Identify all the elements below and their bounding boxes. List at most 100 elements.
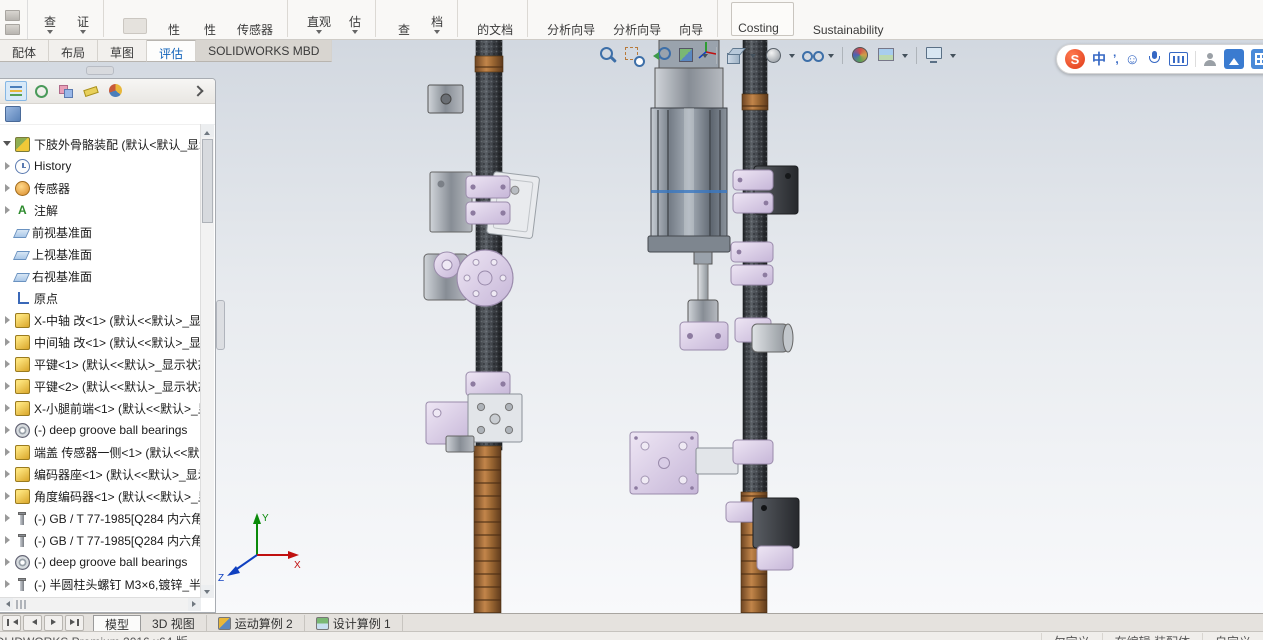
tree-item[interactable]: 中间轴 改<1> (默认<<默认>_显示 (0, 331, 201, 353)
scrollbar-thumb[interactable] (202, 139, 213, 223)
left-upper-block[interactable] (427, 84, 464, 114)
panel-tab-icon[interactable] (55, 81, 77, 101)
last-tab-icon[interactable] (65, 614, 84, 631)
right-lower-box[interactable] (725, 497, 800, 571)
tree-item[interactable]: (-) GB / T 77-1985[Q284 内六角 (0, 529, 201, 551)
ime-icon[interactable] (1251, 49, 1263, 69)
tree-item[interactable]: 角度编码器<1> (默认<<默认>_显 (0, 485, 201, 507)
expand-arrow-icon[interactable] (3, 181, 14, 195)
tree-vertical-scrollbar[interactable] (200, 124, 214, 598)
ime-icon[interactable] (1224, 49, 1244, 69)
expand-arrow-icon[interactable] (3, 555, 14, 569)
tree-item[interactable]: 传感器 (0, 177, 201, 199)
tree-item[interactable]: 平键<2> (默认<<默认>_显示状态 (0, 375, 201, 397)
headsup-icon[interactable] (701, 45, 710, 66)
headsup-icon[interactable] (788, 45, 797, 66)
headsup-icon[interactable] (597, 45, 619, 66)
headsup-icon[interactable] (723, 45, 745, 66)
scroll-left-icon[interactable] (0, 598, 13, 611)
next-tab-icon[interactable] (44, 614, 63, 631)
tree-item[interactable]: 端盖 传感器一侧<1> (默认<<默认 (0, 441, 201, 463)
right-upper-clamp[interactable] (732, 165, 799, 215)
panel-splitter-handle[interactable] (216, 300, 225, 350)
tree-item[interactable]: X-小腿前端<1> (默认<<默认>_显 (0, 397, 201, 419)
tree-item[interactable]: X-中轴 改<1> (默认<<默认>_显示 (0, 309, 201, 331)
ribbon-button[interactable]: 直观 (301, 0, 337, 37)
headsup-icon[interactable] (949, 45, 958, 66)
headsup-icon[interactable] (923, 45, 945, 66)
headsup-icon[interactable] (842, 47, 843, 64)
tree-item[interactable]: 下肢外骨骼装配 (默认<默认_显示状态 (0, 133, 201, 155)
ribbon-button[interactable]: 的文档 (471, 0, 529, 37)
tree-item[interactable]: 原点 (0, 287, 201, 309)
panel-tab-icon[interactable] (80, 81, 102, 101)
tree-item[interactable]: 编码器座<1> (默认<<默认>_显示 (0, 463, 201, 485)
study-tab[interactable]: 运动算例 2 (207, 615, 305, 632)
panel-tab-icon[interactable] (188, 81, 210, 101)
expand-arrow-icon[interactable] (3, 159, 14, 173)
expand-arrow-icon[interactable] (3, 511, 14, 525)
ribbon-button[interactable]: 证 (71, 0, 105, 37)
tree-item[interactable]: 注解 (0, 199, 201, 221)
commandmanager-tab[interactable]: 配体 (0, 40, 50, 62)
commandmanager-tab[interactable]: SOLIDWORKS MBD (196, 40, 333, 62)
scroll-right-icon[interactable] (188, 598, 201, 611)
expand-arrow-icon[interactable] (3, 445, 14, 459)
ime-icon[interactable] (1169, 52, 1188, 66)
headsup-icon[interactable] (875, 45, 897, 66)
left-flange-joint[interactable] (423, 249, 514, 307)
tree-item[interactable]: (-) GB / T 77-1985[Q284 内六角 (0, 507, 201, 529)
first-tab-icon[interactable] (2, 614, 21, 631)
ime-icon[interactable] (1203, 52, 1217, 67)
commandmanager-tab[interactable]: 评估 (147, 40, 197, 62)
quickbar-icon[interactable] (5, 24, 20, 35)
ribbon-button[interactable]: Sustainability (807, 0, 890, 37)
previous-tab-icon[interactable] (23, 614, 42, 631)
ribbon-button[interactable]: 传感器 (231, 0, 289, 37)
scroll-up-icon[interactable] (201, 124, 214, 137)
tree-item[interactable]: 上视基准面 (0, 243, 201, 265)
expand-arrow-icon[interactable] (3, 335, 14, 349)
commandmanager-tab[interactable]: 布局 (49, 40, 99, 62)
panel-tab-icon[interactable] (5, 81, 27, 101)
ribbon-button[interactable]: 分析向导 (607, 0, 667, 37)
cylinder-rod-end[interactable] (679, 317, 794, 353)
quickbar-icon[interactable] (5, 10, 20, 21)
expand-arrow-icon[interactable] (3, 401, 14, 415)
expand-arrow-icon[interactable] (3, 489, 14, 503)
ribbon-button[interactable]: 性 (159, 0, 189, 37)
tree-item[interactable]: History (0, 155, 201, 177)
commandmanager-tab[interactable]: 草图 (98, 40, 148, 62)
ime-icon[interactable]: 中 (1092, 49, 1106, 69)
expand-arrow-icon[interactable] (3, 423, 14, 437)
ime-icon[interactable] (1195, 51, 1196, 67)
headsup-icon[interactable] (827, 45, 836, 66)
ime-icon[interactable]: ☺ (1125, 52, 1140, 67)
headsup-icon[interactable] (916, 47, 917, 64)
headsup-icon[interactable] (901, 45, 910, 66)
study-tab[interactable]: 设计算例 1 (305, 615, 403, 632)
ribbon-button[interactable]: 分析向导 (541, 0, 601, 37)
ribbon-button[interactable]: 向导 (673, 0, 719, 37)
left-leg-rod[interactable] (473, 40, 504, 613)
headsup-icon[interactable] (675, 45, 697, 66)
expand-arrow-icon[interactable] (3, 533, 14, 547)
tree-item[interactable]: 平键<1> (默认<<默认>_显示状态 (0, 353, 201, 375)
scroll-down-icon[interactable] (201, 585, 214, 598)
ribbon-button[interactable] (117, 0, 153, 37)
expand-arrow-icon[interactable] (3, 313, 14, 327)
tree-item[interactable]: 右视基准面 (0, 265, 201, 287)
tree-item[interactable]: (-) deep groove ball bearings (0, 551, 201, 573)
left-lower-bracket[interactable] (425, 371, 523, 453)
ribbon-button[interactable]: 查 (389, 0, 419, 37)
expand-arrow-icon[interactable] (3, 357, 14, 371)
panel-tab-icon[interactable] (30, 81, 52, 101)
headsup-icon[interactable] (849, 45, 871, 66)
tree-item[interactable]: 前视基准面 (0, 221, 201, 243)
headsup-icon[interactable] (762, 45, 784, 66)
study-tab[interactable]: 3D 视图 (141, 615, 207, 632)
expand-arrow-icon[interactable] (3, 379, 14, 393)
panel-grip-handle[interactable] (86, 66, 114, 75)
tree-horizontal-scrollbar[interactable] (0, 597, 201, 611)
panel-tab-icon[interactable] (105, 81, 127, 101)
